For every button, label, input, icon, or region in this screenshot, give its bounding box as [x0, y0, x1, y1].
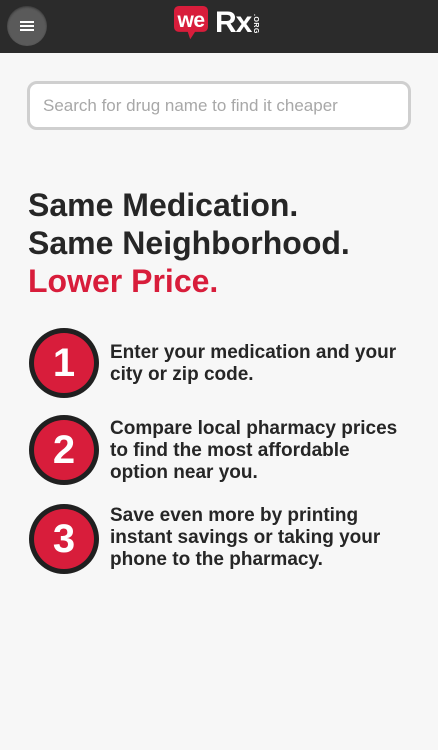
step-text-line: phone to the pharmacy.	[110, 549, 323, 570]
menu-button[interactable]	[7, 6, 47, 46]
hamburger-menu-icon	[20, 21, 34, 31]
top-bar: we Rx .ORG	[0, 0, 438, 53]
step-number: 2	[34, 420, 94, 480]
step-description: Compare local pharmacy prices to find th…	[110, 418, 420, 484]
logo-org-text: .ORG	[252, 14, 259, 34]
step-number-badge: 3	[29, 504, 99, 574]
search-box	[27, 81, 411, 130]
step-description: Save even more by printing instant savin…	[110, 505, 420, 571]
werx-logo[interactable]: we Rx .ORG	[170, 6, 270, 48]
headline-line-3: Lower Price.	[28, 263, 219, 299]
step-number-badge: 1	[29, 328, 99, 398]
headline-line-1: Same Medication.	[28, 187, 299, 223]
step-text-line: Save even more by printing	[110, 505, 359, 526]
logo-rx-text: Rx	[215, 6, 252, 39]
headline-line-2: Same Neighborhood.	[28, 225, 350, 261]
step-text-line: to find the most affordable	[110, 440, 350, 461]
step-text-line: Compare local pharmacy prices	[110, 418, 398, 439]
step-text-line: instant savings or taking your	[110, 527, 381, 548]
page-headline: Same Medication. Same Neighborhood. Lowe…	[28, 186, 428, 300]
step-text-line: city or zip code.	[110, 364, 254, 385]
step-number: 3	[34, 509, 94, 569]
step-description: Enter your medication and your city or z…	[110, 342, 420, 386]
drug-search-input[interactable]	[30, 84, 408, 127]
step-text-line: Enter your medication and your	[110, 342, 397, 363]
logo-we-text: we	[177, 9, 205, 32]
step-number: 1	[34, 333, 94, 393]
step-number-badge: 2	[29, 415, 99, 485]
step-text-line: option near you.	[110, 462, 258, 483]
